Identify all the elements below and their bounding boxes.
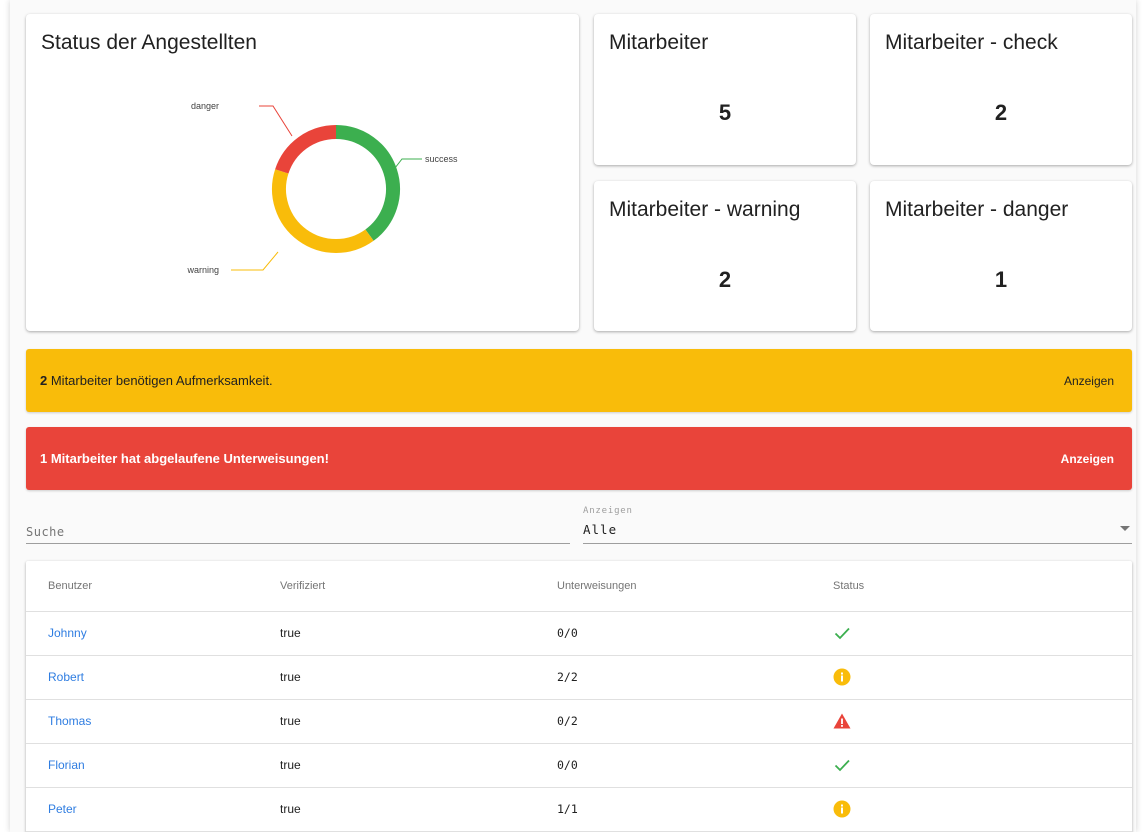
verified-cell: true: [280, 699, 557, 744]
success-label: success: [425, 154, 458, 164]
check-icon: [833, 756, 851, 774]
attention-banner: 2 Mitarbeiter benötigen Aufmerksamkeit. …: [26, 349, 1132, 412]
table-header-row: Benutzer Verifiziert Unterweisungen Stat…: [26, 561, 1132, 612]
attention-message: 2 Mitarbeiter benötigen Aufmerksamkeit.: [40, 373, 273, 388]
stat-title: Mitarbeiter - warning: [609, 198, 801, 221]
user-link[interactable]: Peter: [48, 802, 77, 816]
trainings-cell: 2/2: [557, 655, 833, 700]
show-attention-button[interactable]: Anzeigen: [1060, 368, 1118, 394]
verified-cell: true: [280, 655, 557, 700]
table-row: Florian true 0/0: [26, 743, 1132, 788]
info-icon: [833, 800, 851, 818]
show-filter-select[interactable]: Anzeigen Alle: [583, 504, 1132, 544]
expired-banner: 1 Mitarbeiter hat abgelaufene Unterweisu…: [26, 427, 1132, 490]
donut-segment-danger[interactable]: [275, 125, 337, 174]
attention-text: Mitarbeiter benötigen Aufmerksamkeit.: [47, 373, 273, 388]
dashboard: Status der Angestellten danger success w…: [10, 0, 1136, 832]
verified-cell: true: [280, 787, 557, 832]
status-cell: [833, 699, 1132, 744]
status-cell: [833, 655, 1132, 700]
warning-label: warning: [186, 265, 219, 275]
user-link[interactable]: Florian: [48, 758, 85, 772]
stat-value: 1: [994, 267, 1008, 292]
trainings-cell: 0/2: [557, 699, 833, 744]
trainings-cell: 0/0: [557, 611, 833, 656]
header-user[interactable]: Benutzer: [26, 561, 280, 612]
table-row: Robert true 2/2: [26, 655, 1132, 700]
donut-segments: [272, 125, 400, 253]
warning-leader-line: [231, 251, 279, 271]
search-input[interactable]: [26, 525, 570, 539]
stat-value: 2: [718, 267, 732, 292]
stat-value: 5: [718, 100, 732, 125]
donut-chart: danger success warning: [186, 101, 458, 275]
status-chart-card: Status der Angestellten danger success w…: [26, 14, 579, 331]
stat-card-check: Mitarbeiter - check 2: [870, 14, 1132, 165]
table-row: Peter true 1/1: [26, 787, 1132, 832]
search-field: [26, 508, 570, 544]
expired-message: 1 Mitarbeiter hat abgelaufene Unterweisu…: [40, 451, 329, 466]
employee-table-card: Benutzer Verifiziert Unterweisungen Stat…: [26, 561, 1132, 832]
donut-segment-warning[interactable]: [272, 169, 374, 253]
show-filter-label: Anzeigen: [583, 506, 633, 516]
header-status[interactable]: Status: [833, 561, 1132, 612]
status-cell: [833, 787, 1132, 832]
trainings-cell: 1/1: [557, 787, 833, 832]
header-verified[interactable]: Verifiziert: [280, 561, 557, 612]
stat-value: 2: [994, 100, 1008, 125]
check-icon: [833, 624, 851, 642]
table-row: Thomas true 0/2: [26, 699, 1132, 744]
stat-card-total: Mitarbeiter 5: [594, 14, 856, 165]
status-cell: [833, 743, 1132, 788]
danger-label: danger: [191, 101, 219, 111]
table-row: Johnny true 0/0: [26, 611, 1132, 656]
verified-cell: true: [280, 611, 557, 656]
stat-title: Mitarbeiter - danger: [885, 198, 1069, 221]
status-cell: [833, 611, 1132, 656]
employee-table: Benutzer Verifiziert Unterweisungen Stat…: [26, 561, 1132, 832]
warning-triangle-icon: [833, 712, 851, 730]
donut-segment-success[interactable]: [335, 125, 400, 241]
verified-cell: true: [280, 743, 557, 788]
header-trainings[interactable]: Unterweisungen: [557, 561, 833, 612]
expired-text: Mitarbeiter hat abgelaufene Unterweisung…: [47, 451, 329, 466]
stat-title: Mitarbeiter: [609, 31, 709, 54]
stat-card-danger: Mitarbeiter - danger 1: [870, 181, 1132, 331]
dropdown-arrow-icon[interactable]: [1120, 526, 1130, 531]
user-link[interactable]: Johnny: [48, 626, 87, 640]
stat-card-warning: Mitarbeiter - warning 2: [594, 181, 856, 331]
user-link[interactable]: Robert: [48, 670, 84, 684]
table-body: Johnny true 0/0 Robert true 2/2 Thomas t…: [26, 611, 1132, 832]
danger-leader-line: [259, 105, 293, 137]
show-filter-value: Alle: [583, 522, 618, 537]
trainings-cell: 0/0: [557, 743, 833, 788]
user-link[interactable]: Thomas: [48, 714, 91, 728]
stat-title: Mitarbeiter - check: [885, 31, 1058, 54]
show-expired-button[interactable]: Anzeigen: [1057, 446, 1118, 472]
info-icon: [833, 668, 851, 686]
